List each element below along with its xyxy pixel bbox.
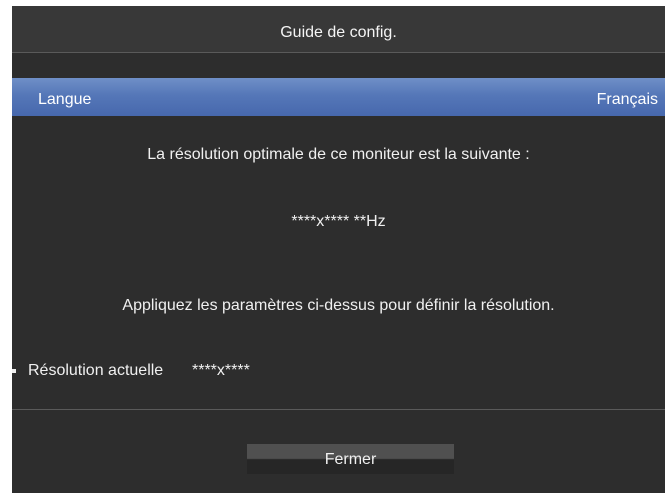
title-divider <box>12 52 665 53</box>
title-bar: Guide de config. <box>12 6 665 52</box>
footer-divider <box>12 409 665 410</box>
language-row[interactable]: Langue Français <box>12 78 665 116</box>
setup-guide-dialog: Guide de config. Langue Français La réso… <box>12 6 665 493</box>
bullet-icon <box>12 369 16 373</box>
apply-instructions-text: Appliquez les paramètres ci-dessus pour … <box>122 297 555 314</box>
dialog-title: Guide de config. <box>280 24 397 41</box>
current-resolution-value: ****x**** <box>192 362 250 379</box>
language-label: Langue <box>38 91 92 108</box>
current-resolution-label: Résolution actuelle <box>28 362 164 379</box>
language-value: Français <box>596 91 658 108</box>
optimal-resolution-value: ****x**** **Hz <box>291 213 386 230</box>
close-button[interactable]: Fermer <box>247 444 454 474</box>
close-button-label: Fermer <box>324 451 377 468</box>
optimal-resolution-text: La résolution optimale de ce moniteur es… <box>147 146 530 163</box>
